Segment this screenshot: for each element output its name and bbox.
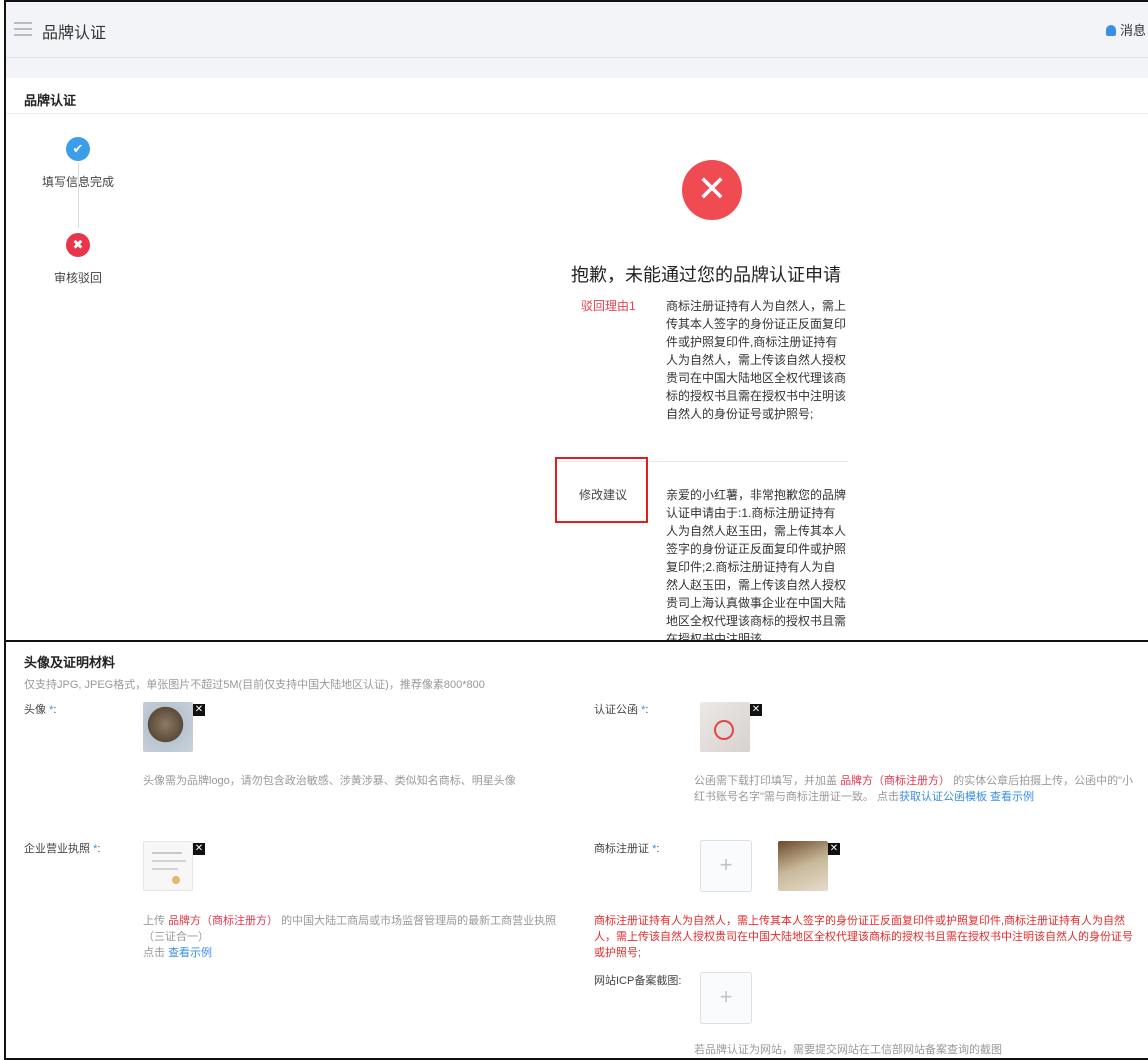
license-label: 企业营业执照 *:: [24, 843, 101, 855]
avatar-label: 头像 *:: [24, 704, 57, 716]
suggestion-label: 修改建议: [579, 488, 628, 502]
step-label-rejected: 审核驳回: [53, 271, 102, 285]
messages-label: 消息: [1119, 23, 1146, 38]
frame-border: [4, 0, 1148, 1060]
result-title: 抱歉，未能通过您的品牌认证申请: [571, 265, 841, 285]
seal-mark: [714, 720, 734, 740]
remove-avatar-icon[interactable]: ✕: [193, 704, 205, 716]
letter-hint: 公函需下载打印填写，并加盖 品牌方（商标注册方） 的实体公章后拍摄上传，公函中的…: [694, 773, 1134, 805]
materials-subtitle: 仅支持JPG, JPEG格式，单张图片不超过5M(目前仅支持中国大陆地区认证)，…: [24, 679, 485, 691]
doc-seal: [172, 876, 180, 884]
top-bar: 品牌认证 消息: [6, 2, 1148, 58]
icp-hint: 若品牌认证为网站，需要提交网站在工信部网站备案查询的截图: [694, 1044, 1002, 1056]
avatar-hint: 头像需为品牌logo，请勿包含政治敏感、涉黄涉暴、类似知名商标、明星头像: [143, 775, 516, 787]
trademark-image[interactable]: [778, 841, 828, 891]
letter-hint-text: 公函需下载打印填写，并加盖: [694, 775, 837, 787]
materials-title: 头像及证明材料: [24, 655, 116, 670]
icp-label-text: 网站ICP备案截图: [594, 975, 679, 987]
trademark-upload-button[interactable]: +: [700, 840, 752, 892]
hamburger-menu-icon[interactable]: [14, 22, 32, 36]
section-divider: [6, 113, 1148, 114]
avatar-image[interactable]: [143, 702, 193, 752]
page-title: 品牌认证: [42, 25, 107, 42]
letter-hint-emphasis: 品牌方（商标注册方）: [840, 775, 951, 787]
license-hint: 上传 品牌方（商标注册方） 的中国大陆工商局或市场监督管理局的最新工商营业执照（…: [143, 913, 573, 961]
step-label-complete: 填写信息完成: [41, 175, 114, 189]
required-mark: *: [49, 704, 54, 716]
trademark-error: 商标注册证持有人为自然人，需上传其本人签字的身份证正反面复印件或护照复印件,商标…: [594, 915, 1133, 959]
screenshot-divider: [4, 640, 1148, 642]
remove-trademark-icon[interactable]: ✕: [828, 843, 840, 855]
letter-image[interactable]: [700, 702, 750, 752]
doc-line: [152, 860, 186, 862]
avatar-label-text: 头像: [24, 704, 46, 716]
page: 品牌认证 消息 品牌认证 ✔ ✖ 填写信息完成 审核驳回 ✕ 抱歉，未能通过您的…: [0, 0, 1148, 1060]
license-example-link[interactable]: 查看示例: [168, 947, 212, 959]
license-click-text: 点击: [143, 947, 165, 959]
icp-upload-button[interactable]: +: [700, 972, 752, 1024]
failure-icon: ✕: [682, 160, 742, 220]
bell-icon: [1105, 25, 1116, 36]
license-image[interactable]: [143, 841, 193, 891]
letter-example-link[interactable]: 查看示例: [990, 791, 1034, 803]
section-title: 品牌认证: [24, 93, 77, 108]
required-mark: *: [93, 843, 98, 855]
license-hint-emphasis: 品牌方（商标注册方）: [168, 915, 279, 927]
letter-label: 认证公函 *:: [594, 704, 649, 716]
step-complete-icon: ✔: [66, 137, 90, 161]
doc-line: [152, 868, 178, 870]
reason-label: 驳回理由1: [581, 299, 636, 313]
required-mark: *: [652, 843, 657, 855]
reason-text: 商标注册证持有人为自然人，需上传其本人签字的身份证正反面复印件或护照复印件,商标…: [666, 299, 847, 421]
letter-label-text: 认证公函: [594, 704, 638, 716]
required-mark: *: [641, 704, 646, 716]
license-label-text: 企业营业执照: [24, 843, 90, 855]
header-spacer: [6, 58, 1148, 78]
trademark-label-text: 商标注册证: [594, 843, 649, 855]
icp-label: 网站ICP备案截图:: [594, 975, 682, 987]
license-hint-text: 上传: [143, 915, 165, 927]
suggestion-text: 亲爱的小红薯，非常抱歉您的品牌认证申请由于:1.商标注册证持有人为自然人赵玉田，…: [666, 488, 846, 641]
doc-line: [152, 852, 182, 854]
download-template-link[interactable]: 获取认证公函模板: [899, 791, 987, 803]
remove-letter-icon[interactable]: ✕: [750, 704, 762, 716]
trademark-label: 商标注册证 *:: [594, 843, 660, 855]
remove-license-icon[interactable]: ✕: [193, 843, 205, 855]
messages-button[interactable]: 消息: [1105, 20, 1146, 39]
step-rejected-icon: ✖: [66, 233, 90, 257]
